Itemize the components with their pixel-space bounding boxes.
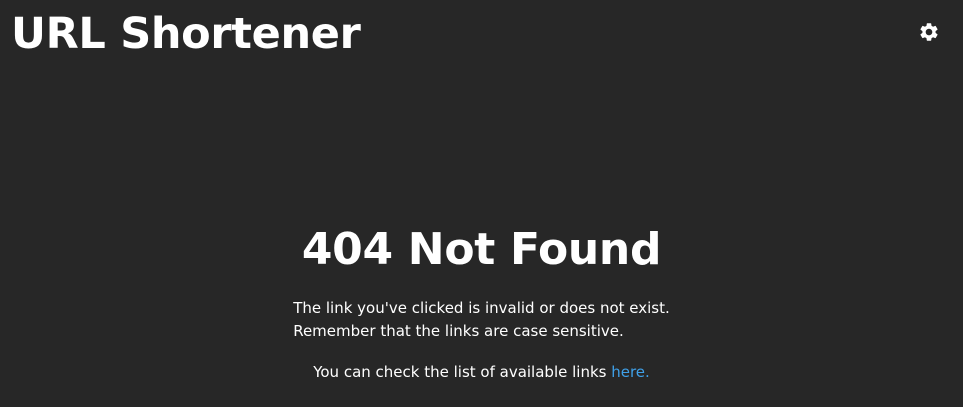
error-message-line: Remember that the links are case sensiti… bbox=[293, 322, 624, 340]
page: URL Shortener 404 Not Found The link you… bbox=[0, 0, 963, 407]
error-message: The link you've clicked is invalid or do… bbox=[293, 297, 670, 343]
not-found-content: 404 Not Found The link you've clicked is… bbox=[0, 220, 963, 384]
error-message-line: The link you've clicked is invalid or do… bbox=[293, 299, 670, 317]
gear-icon bbox=[918, 21, 940, 43]
app-title: URL Shortener bbox=[11, 9, 361, 59]
settings-button[interactable] bbox=[915, 18, 943, 46]
here-link[interactable]: here. bbox=[611, 363, 650, 381]
available-links-label: You can check the list of available link… bbox=[313, 363, 612, 381]
error-heading: 404 Not Found bbox=[301, 224, 662, 275]
available-links-text: You can check the list of available link… bbox=[0, 361, 963, 384]
